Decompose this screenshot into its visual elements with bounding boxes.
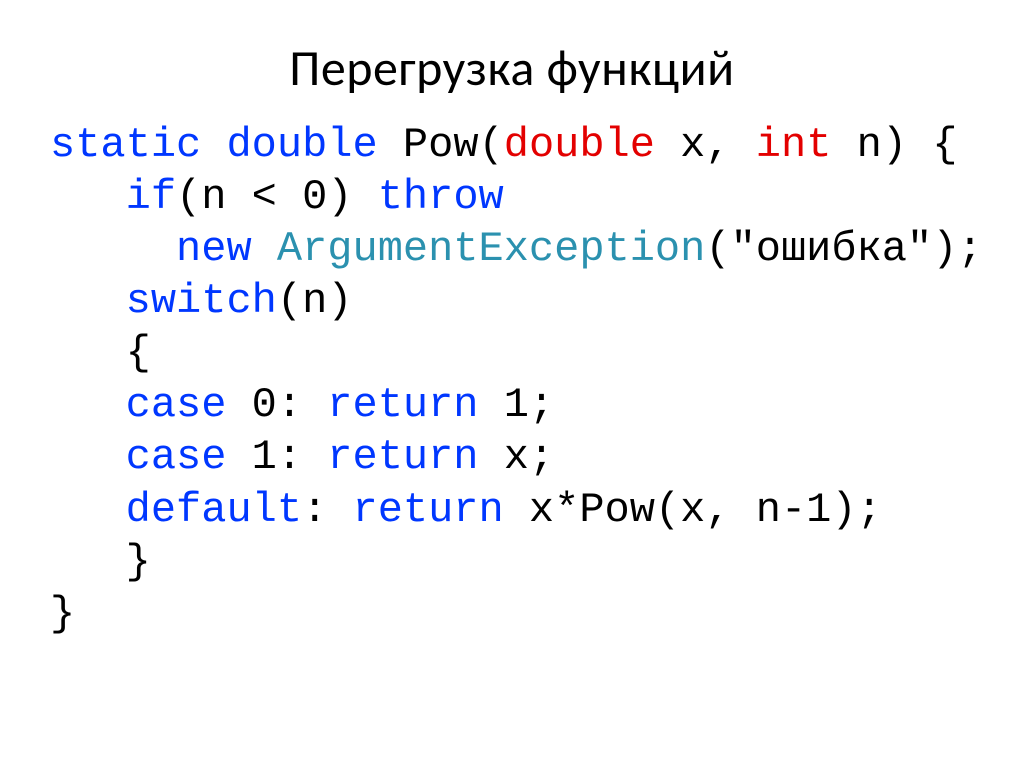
slide-title: Перегрузка функций: [0, 38, 1024, 99]
kw-case: case: [126, 433, 227, 481]
kw-int: int: [756, 121, 832, 169]
kw-throw: throw: [378, 173, 504, 221]
kw-return: return: [327, 381, 478, 429]
space: [352, 173, 377, 221]
brace-open: {: [126, 329, 151, 377]
condition: (n < 0): [176, 173, 352, 221]
kw-new: new: [176, 225, 252, 273]
return-value: 1;: [479, 381, 555, 429]
kw-double-param: double: [504, 121, 655, 169]
code-block: static double Pow(double x, int n) { if(…: [50, 119, 1024, 640]
fn-name: Pow(: [403, 121, 504, 169]
space: [378, 121, 403, 169]
brace-close: }: [50, 590, 75, 638]
return-value: x;: [479, 433, 555, 481]
case-value: 0:: [226, 381, 327, 429]
kw-case: case: [126, 381, 227, 429]
case-value: 1:: [226, 433, 327, 481]
slide: Перегрузка функций static double Pow(dou…: [0, 38, 1024, 767]
kw-if: if: [126, 173, 176, 221]
return-expr: x*Pow(x, n-1);: [504, 486, 882, 534]
kw-static: static: [50, 121, 201, 169]
colon: :: [302, 486, 352, 534]
kw-return: return: [352, 486, 503, 534]
brace-close: }: [126, 538, 151, 586]
param-x: x,: [655, 121, 756, 169]
indent: [50, 538, 126, 586]
string-literal: ("ошибка");: [705, 225, 982, 273]
indent: [50, 329, 126, 377]
space: [252, 225, 277, 273]
indent: [50, 277, 126, 325]
indent: [50, 486, 126, 534]
kw-default: default: [126, 486, 302, 534]
space: [201, 121, 226, 169]
indent: [50, 433, 126, 481]
kw-switch: switch: [126, 277, 277, 325]
kw-double: double: [226, 121, 377, 169]
kw-return: return: [327, 433, 478, 481]
indent: [50, 173, 126, 221]
param-n: n) {: [831, 121, 957, 169]
indent: [50, 225, 176, 273]
switch-expr: (n): [277, 277, 353, 325]
indent: [50, 381, 126, 429]
type-argumentexception: ArgumentException: [277, 225, 705, 273]
